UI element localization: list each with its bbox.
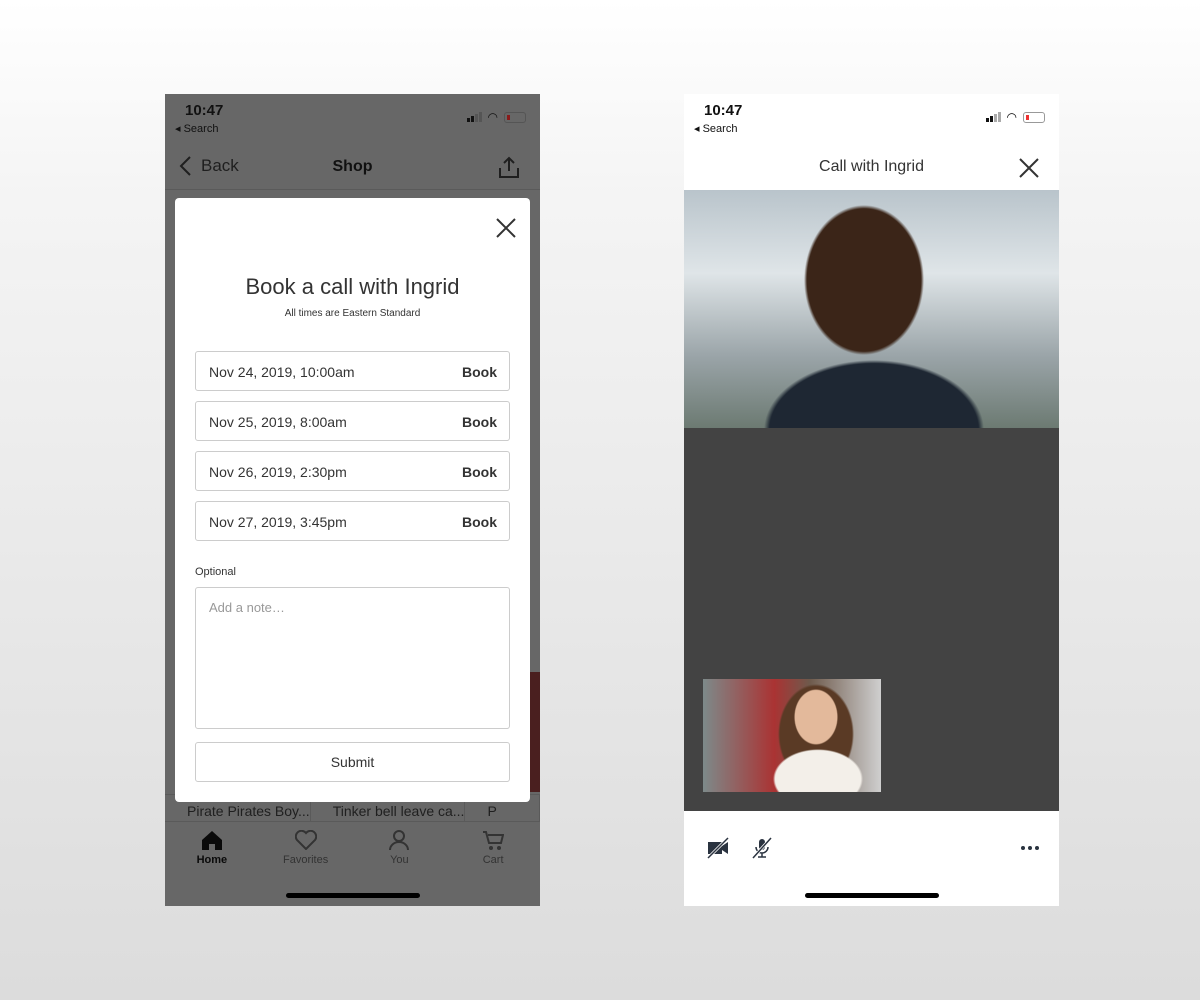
slot-date: Nov 26, 2019, 2:30pm bbox=[209, 464, 347, 480]
status-time: 10:47 bbox=[704, 102, 743, 119]
home-indicator bbox=[805, 893, 939, 898]
video-stage bbox=[684, 428, 1059, 811]
time-slot: Nov 26, 2019, 2:30pm Book bbox=[195, 451, 510, 491]
time-slot: Nov 24, 2019, 10:00am Book bbox=[195, 351, 510, 391]
mic-off-icon[interactable] bbox=[750, 837, 774, 859]
self-video-preview[interactable] bbox=[703, 679, 881, 792]
tab-favorites[interactable]: Favorites bbox=[259, 822, 353, 866]
tab-label: You bbox=[390, 854, 409, 866]
remote-video bbox=[684, 190, 1059, 428]
back-to-search[interactable]: ◂ Search bbox=[694, 122, 737, 135]
slot-date: Nov 24, 2019, 10:00am bbox=[209, 364, 355, 380]
status-bar: 10:47 ◂ Search ◠ bbox=[165, 94, 540, 144]
tab-label: Cart bbox=[482, 854, 504, 866]
call-title: Call with Ingrid bbox=[819, 158, 924, 175]
time-slot: Nov 27, 2019, 3:45pm Book bbox=[195, 501, 510, 541]
status-time: 10:47 bbox=[185, 102, 224, 119]
tab-label: Home bbox=[196, 854, 228, 866]
book-button[interactable]: Book bbox=[462, 364, 497, 380]
slot-date: Nov 27, 2019, 3:45pm bbox=[209, 514, 347, 530]
tab-bar: Home Favorites You Cart bbox=[165, 822, 540, 866]
status-bar: 10:47 ◂ Search ◠ bbox=[684, 94, 1059, 144]
back-to-search[interactable]: ◂ Search bbox=[175, 122, 218, 135]
page-title: Shop bbox=[332, 158, 373, 175]
book-button[interactable]: Book bbox=[462, 514, 497, 530]
home-indicator bbox=[286, 893, 420, 898]
slot-date: Nov 25, 2019, 8:00am bbox=[209, 414, 347, 430]
tab-home[interactable]: Home bbox=[165, 822, 259, 866]
note-input[interactable] bbox=[195, 587, 510, 729]
video-off-icon[interactable] bbox=[706, 837, 730, 859]
battery-icon bbox=[504, 111, 526, 123]
cart-icon bbox=[483, 831, 505, 850]
close-icon[interactable] bbox=[496, 218, 516, 238]
tab-cart[interactable]: Cart bbox=[446, 822, 540, 866]
user-icon bbox=[389, 830, 410, 850]
share-icon[interactable] bbox=[498, 156, 520, 178]
nav-bar: Back Shop bbox=[165, 144, 540, 190]
book-button[interactable]: Book bbox=[462, 414, 497, 430]
tab-you[interactable]: You bbox=[353, 822, 447, 866]
home-icon bbox=[201, 831, 222, 850]
book-button[interactable]: Book bbox=[462, 464, 497, 480]
tab-label: Favorites bbox=[283, 854, 329, 866]
optional-label: Optional bbox=[195, 566, 236, 578]
call-phone-screen: 10:47 ◂ Search ◠ Call with Ingrid bbox=[684, 94, 1059, 906]
wifi-icon: ◠ bbox=[1006, 110, 1017, 124]
booking-modal: Book a call with Ingrid All times are Ea… bbox=[175, 198, 530, 802]
wifi-icon: ◠ bbox=[487, 110, 498, 124]
more-icon[interactable] bbox=[1020, 845, 1040, 851]
call-controls bbox=[684, 811, 1059, 906]
modal-title: Book a call with Ingrid bbox=[245, 274, 460, 299]
signal-icon bbox=[985, 112, 1001, 122]
shop-phone-screen: 10:47 ◂ Search ◠ Back Shop Pirate Pirate… bbox=[165, 94, 540, 906]
timezone-note: All times are Eastern Standard bbox=[284, 308, 421, 319]
signal-icon bbox=[466, 112, 482, 122]
time-slot: Nov 25, 2019, 8:00am Book bbox=[195, 401, 510, 441]
submit-button[interactable]: Submit bbox=[195, 742, 510, 782]
close-icon[interactable] bbox=[1019, 158, 1039, 178]
battery-icon bbox=[1023, 111, 1045, 123]
heart-icon bbox=[294, 830, 317, 850]
product-image bbox=[530, 672, 540, 792]
